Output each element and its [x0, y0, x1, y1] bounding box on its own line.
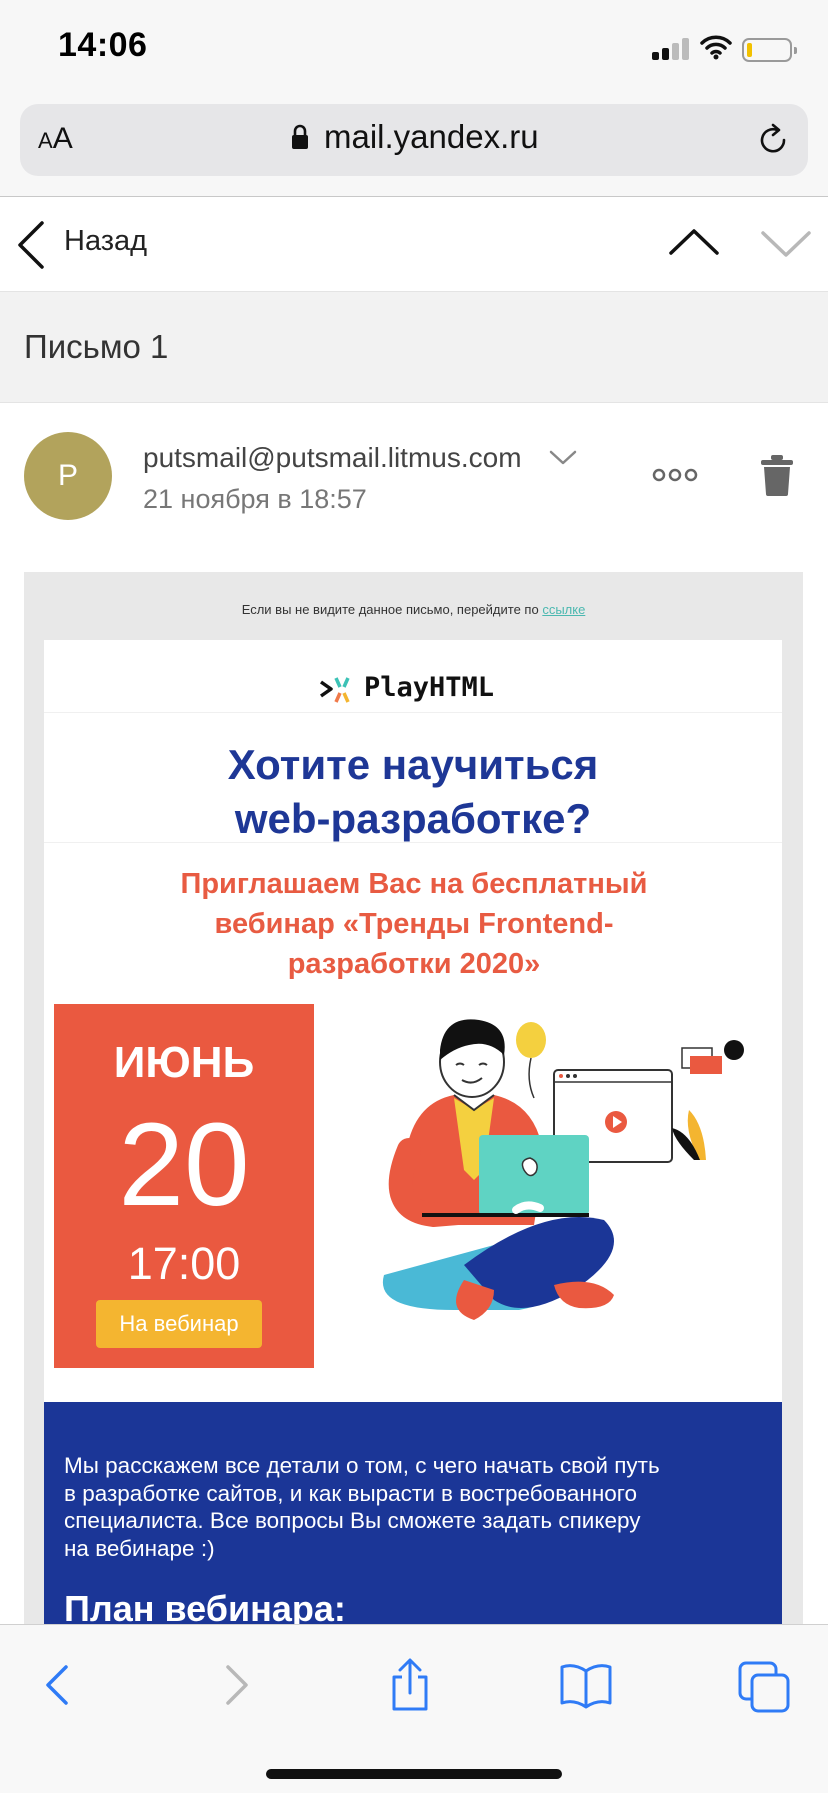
preheader-link[interactable]: ссылке: [542, 602, 585, 617]
email-subheadline: Приглашаем Вас на бесплатный вебинар «Тр…: [180, 868, 648, 980]
next-message-chevron-down-icon[interactable]: [760, 225, 812, 265]
divider: [44, 712, 782, 713]
forward-arrow-icon[interactable]: [206, 1655, 266, 1715]
preheader-text: Если вы не видите данное письмо, перейди…: [241, 602, 586, 617]
subject-bar: Письмо 1: [0, 292, 828, 403]
divider: [44, 842, 782, 843]
status-bar: 14:06: [0, 0, 828, 96]
chevron-down-icon[interactable]: [548, 446, 578, 470]
webinar-cta-button[interactable]: На вебинар: [96, 1300, 262, 1348]
safari-toolbar: [0, 1624, 828, 1793]
event-date-block: ИЮНЬ 20 17:00 На вебинар: [54, 1004, 314, 1368]
bookmarks-icon[interactable]: [556, 1655, 616, 1715]
lock-icon: [292, 124, 308, 149]
previous-message-chevron-up-icon[interactable]: [668, 221, 720, 261]
reload-icon[interactable]: [755, 122, 791, 158]
url-text: mail.yandex.ru: [324, 118, 539, 155]
tabs-icon[interactable]: [734, 1655, 794, 1715]
developer-illustration: [382, 1019, 744, 1320]
battery-icon: [742, 38, 797, 62]
logo-mark-icon: [319, 677, 350, 703]
email-body: Если вы не видите данное письмо, перейди…: [24, 572, 803, 1672]
sender-avatar[interactable]: P: [24, 432, 112, 520]
email-card: PlayHTML Хотите научиться web-разработке…: [44, 640, 782, 1672]
details-text: Мы расскажем все детали о том, с чего на…: [64, 1453, 660, 1561]
mail-nav-bar: Назад: [0, 197, 828, 292]
back-button[interactable]: Назад: [64, 225, 147, 258]
back-arrow-icon[interactable]: [28, 1655, 88, 1715]
message-date: 21 ноября в 18:57: [143, 484, 367, 514]
event-day: 20: [118, 1099, 250, 1231]
home-indicator: [266, 1769, 562, 1779]
event-month: ИЮНЬ: [113, 1038, 255, 1087]
more-options-icon[interactable]: [652, 466, 698, 484]
chevron-left-icon[interactable]: [14, 219, 50, 271]
cellular-signal-icon: [652, 38, 692, 60]
message-subject: Письмо 1: [24, 328, 169, 365]
address-bar[interactable]: AA mail.yandex.ru: [20, 104, 808, 176]
email-headline: Хотите научиться web-разработке?: [227, 741, 599, 842]
sender-email[interactable]: putsmail@putsmail.litmus.com: [143, 442, 522, 474]
trash-icon[interactable]: [760, 454, 794, 496]
event-time: 17:00: [127, 1238, 241, 1289]
browser-address-area: AA mail.yandex.ru: [0, 96, 828, 197]
logo-text: PlayHTML: [364, 672, 495, 703]
share-icon[interactable]: [380, 1655, 440, 1715]
status-time: 14:06: [58, 26, 148, 64]
text-size-button[interactable]: AA: [38, 122, 73, 156]
wifi-icon: [700, 35, 732, 60]
